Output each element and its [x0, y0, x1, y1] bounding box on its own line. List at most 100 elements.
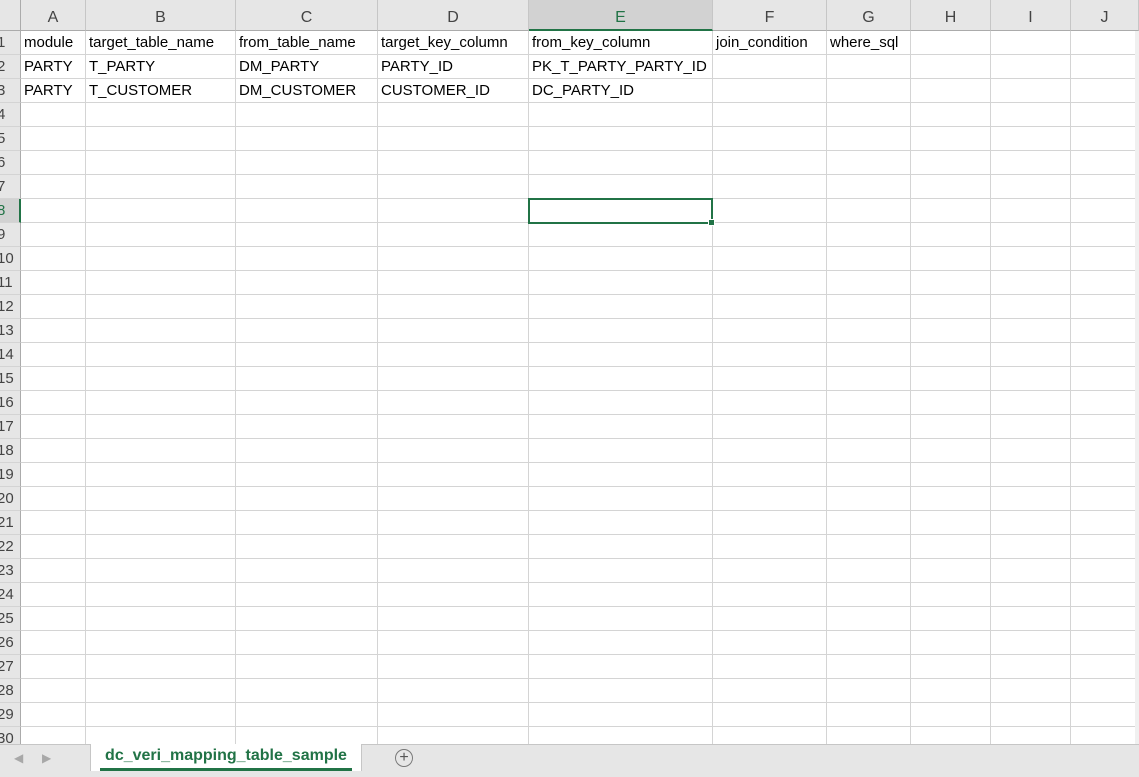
cell-a29[interactable] — [21, 703, 86, 727]
column-header-c[interactable]: C — [236, 0, 378, 31]
cell-i18[interactable] — [991, 439, 1071, 463]
cell-h18[interactable] — [911, 439, 991, 463]
cell-c7[interactable] — [236, 175, 378, 199]
cell-a3[interactable]: PARTY — [21, 79, 86, 103]
cell-h1[interactable] — [911, 31, 991, 55]
cell-f11[interactable] — [713, 271, 827, 295]
cell-f1[interactable]: join_condition — [713, 31, 827, 55]
cell-f27[interactable] — [713, 655, 827, 679]
cell-f19[interactable] — [713, 463, 827, 487]
cell-c12[interactable] — [236, 295, 378, 319]
cell-a8[interactable] — [21, 199, 86, 223]
cell-j9[interactable] — [1071, 223, 1139, 247]
cell-i12[interactable] — [991, 295, 1071, 319]
cell-j11[interactable] — [1071, 271, 1139, 295]
cell-f20[interactable] — [713, 487, 827, 511]
cell-d24[interactable] — [378, 583, 529, 607]
cell-h21[interactable] — [911, 511, 991, 535]
cell-d10[interactable] — [378, 247, 529, 271]
cell-i19[interactable] — [991, 463, 1071, 487]
column-header-b[interactable]: B — [86, 0, 236, 31]
cell-c10[interactable] — [236, 247, 378, 271]
cell-f7[interactable] — [713, 175, 827, 199]
column-header-j[interactable]: J — [1071, 0, 1139, 31]
cell-f3[interactable] — [713, 79, 827, 103]
cell-f28[interactable] — [713, 679, 827, 703]
cell-i29[interactable] — [991, 703, 1071, 727]
cell-j16[interactable] — [1071, 391, 1139, 415]
cell-a28[interactable] — [21, 679, 86, 703]
cell-f24[interactable] — [713, 583, 827, 607]
cell-h16[interactable] — [911, 391, 991, 415]
cell-b28[interactable] — [86, 679, 236, 703]
cell-i20[interactable] — [991, 487, 1071, 511]
cell-c24[interactable] — [236, 583, 378, 607]
cell-g2[interactable] — [827, 55, 911, 79]
cell-h12[interactable] — [911, 295, 991, 319]
cell-j25[interactable] — [1071, 607, 1139, 631]
cell-b15[interactable] — [86, 367, 236, 391]
cell-c15[interactable] — [236, 367, 378, 391]
cell-j22[interactable] — [1071, 535, 1139, 559]
row-header-10[interactable]: 10 — [0, 247, 21, 271]
cell-c27[interactable] — [236, 655, 378, 679]
cell-b2[interactable]: T_PARTY — [86, 55, 236, 79]
cell-g13[interactable] — [827, 319, 911, 343]
cell-a27[interactable] — [21, 655, 86, 679]
cell-b20[interactable] — [86, 487, 236, 511]
cell-g3[interactable] — [827, 79, 911, 103]
cell-j7[interactable] — [1071, 175, 1139, 199]
row-header-8[interactable]: 8 — [0, 199, 21, 223]
row-header-11[interactable]: 11 — [0, 271, 21, 295]
cell-h10[interactable] — [911, 247, 991, 271]
row-header-18[interactable]: 18 — [0, 439, 21, 463]
cell-h19[interactable] — [911, 463, 991, 487]
cell-i6[interactable] — [991, 151, 1071, 175]
cell-j19[interactable] — [1071, 463, 1139, 487]
cell-i17[interactable] — [991, 415, 1071, 439]
cell-a18[interactable] — [21, 439, 86, 463]
cell-j24[interactable] — [1071, 583, 1139, 607]
cell-h5[interactable] — [911, 127, 991, 151]
cell-j20[interactable] — [1071, 487, 1139, 511]
cell-b25[interactable] — [86, 607, 236, 631]
cell-d17[interactable] — [378, 415, 529, 439]
cell-f5[interactable] — [713, 127, 827, 151]
cell-a17[interactable] — [21, 415, 86, 439]
cell-b30[interactable] — [86, 727, 236, 744]
column-header-d[interactable]: D — [378, 0, 529, 31]
cell-a21[interactable] — [21, 511, 86, 535]
cell-j21[interactable] — [1071, 511, 1139, 535]
cell-f9[interactable] — [713, 223, 827, 247]
cell-f6[interactable] — [713, 151, 827, 175]
cell-e3[interactable]: DC_PARTY_ID — [529, 79, 713, 103]
cell-f29[interactable] — [713, 703, 827, 727]
cell-e28[interactable] — [529, 679, 713, 703]
cell-a14[interactable] — [21, 343, 86, 367]
cell-b11[interactable] — [86, 271, 236, 295]
cell-i26[interactable] — [991, 631, 1071, 655]
row-header-25[interactable]: 25 — [0, 607, 21, 631]
cell-g19[interactable] — [827, 463, 911, 487]
cell-i9[interactable] — [991, 223, 1071, 247]
cell-j29[interactable] — [1071, 703, 1139, 727]
cell-i27[interactable] — [991, 655, 1071, 679]
cell-a5[interactable] — [21, 127, 86, 151]
cell-e1[interactable]: from_key_column — [529, 31, 713, 55]
cell-g1[interactable]: where_sql — [827, 31, 911, 55]
cell-d14[interactable] — [378, 343, 529, 367]
cell-d9[interactable] — [378, 223, 529, 247]
cell-i14[interactable] — [991, 343, 1071, 367]
cell-e19[interactable] — [529, 463, 713, 487]
cell-e22[interactable] — [529, 535, 713, 559]
cell-e25[interactable] — [529, 607, 713, 631]
cell-d30[interactable] — [378, 727, 529, 744]
cell-b8[interactable] — [86, 199, 236, 223]
cell-b24[interactable] — [86, 583, 236, 607]
cell-f17[interactable] — [713, 415, 827, 439]
cell-g18[interactable] — [827, 439, 911, 463]
cell-d23[interactable] — [378, 559, 529, 583]
cell-b9[interactable] — [86, 223, 236, 247]
cell-g11[interactable] — [827, 271, 911, 295]
cell-b6[interactable] — [86, 151, 236, 175]
